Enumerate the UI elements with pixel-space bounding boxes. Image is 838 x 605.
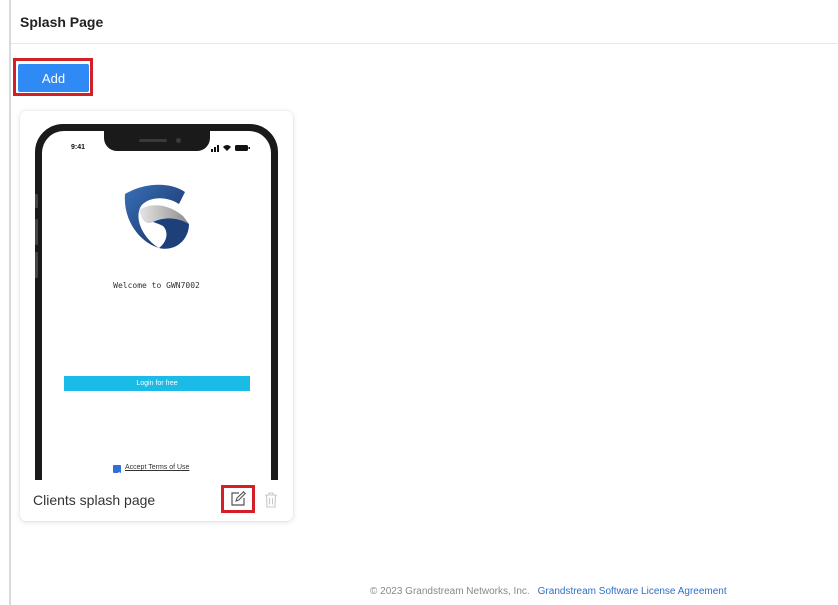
status-bar-icons bbox=[211, 145, 250, 152]
checkmark-icon bbox=[114, 471, 120, 477]
license-agreement-link[interactable]: Grandstream Software License Agreement bbox=[538, 586, 727, 597]
welcome-text: Welcome to GWN7002 bbox=[113, 281, 200, 290]
splash-page-card[interactable]: 9:41 Welcome to GWN7002 Login for free A… bbox=[20, 111, 293, 521]
edit-icon[interactable] bbox=[230, 491, 246, 507]
signal-bar-icon bbox=[214, 147, 216, 152]
grandstream-logo-icon bbox=[124, 184, 189, 249]
signal-bar-icon bbox=[211, 149, 213, 152]
phone-side-button bbox=[35, 194, 38, 208]
phone-notch bbox=[104, 131, 210, 151]
phone-side-button bbox=[35, 219, 38, 245]
header-divider bbox=[11, 43, 838, 44]
login-for-free-button[interactable]: Login for free bbox=[64, 376, 250, 391]
terms-checkbox[interactable] bbox=[113, 465, 121, 477]
page-title: Splash Page bbox=[20, 14, 104, 30]
signal-bar-icon bbox=[217, 145, 219, 152]
wifi-icon bbox=[223, 145, 231, 151]
splash-page-preview[interactable]: 9:41 Welcome to GWN7002 Login for free A… bbox=[33, 123, 280, 480]
splash-page-name: Clients splash page bbox=[33, 492, 156, 508]
footer: © 2023 Grandstream Networks, Inc. Grandst… bbox=[370, 586, 727, 597]
phone-screen: 9:41 Welcome to GWN7002 Login for free A… bbox=[42, 131, 271, 480]
battery-icon bbox=[235, 145, 248, 151]
camera-icon bbox=[176, 138, 181, 143]
speaker-icon bbox=[139, 139, 167, 142]
status-time: 9:41 bbox=[71, 144, 86, 151]
left-border bbox=[9, 0, 11, 605]
trash-icon[interactable] bbox=[264, 492, 278, 508]
copyright-text: © 2023 Grandstream Networks, Inc. bbox=[370, 586, 530, 597]
phone-side-button bbox=[35, 252, 38, 278]
phone-frame: 9:41 Welcome to GWN7002 Login for free A… bbox=[35, 124, 278, 480]
accept-terms-link[interactable]: Accept Terms of Use bbox=[125, 464, 189, 471]
add-button[interactable]: Add bbox=[18, 64, 89, 92]
